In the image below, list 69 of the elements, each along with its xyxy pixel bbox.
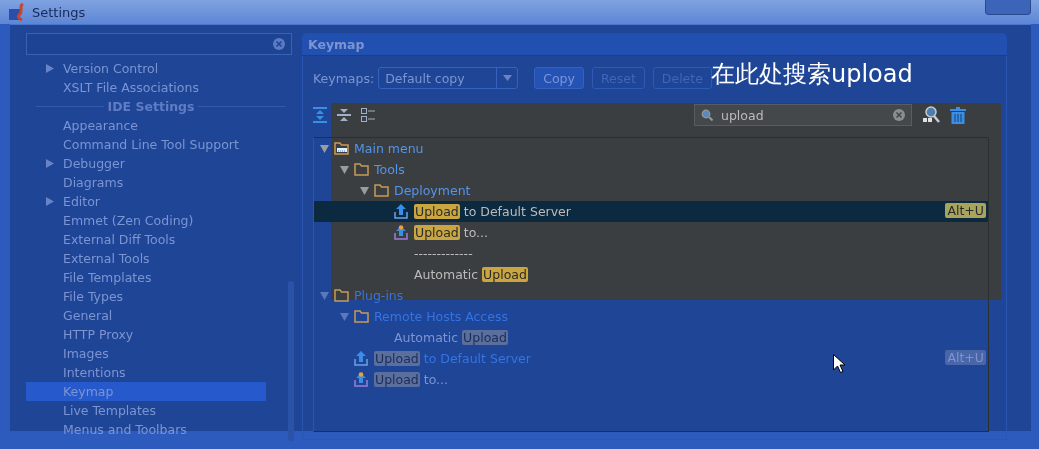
folder-icon — [354, 310, 369, 323]
mouse-cursor-icon — [833, 354, 845, 373]
tree-node[interactable]: Tools — [374, 162, 405, 177]
caret-icon — [502, 75, 512, 81]
upload-icon — [354, 372, 368, 387]
action-item[interactable]: Automatic Upload — [414, 267, 528, 282]
sidebar-item[interactable]: Emmet (Zen Coding) — [63, 213, 194, 228]
folder-icon — [334, 289, 349, 302]
expand-arrow-icon[interactable] — [46, 197, 54, 206]
trash-icon[interactable] — [950, 106, 966, 124]
search-field[interactable] — [26, 33, 292, 55]
expand-arrow-icon[interactable] — [319, 144, 329, 153]
upload-icon — [354, 351, 368, 366]
action-item[interactable]: Upload to Default Server — [414, 204, 571, 219]
sidebar-item[interactable]: Command Line Tool Support — [63, 137, 239, 152]
shortcut-badge: Alt+U — [945, 203, 986, 218]
sidebar-item[interactable]: File Types — [63, 289, 124, 304]
collapse-all-icon[interactable] — [337, 107, 351, 123]
panel-title: Keymap — [308, 36, 365, 52]
section-header: IDE Settings — [103, 99, 199, 114]
action-item[interactable]: Automatic Upload — [394, 330, 508, 345]
sidebar-item[interactable]: Live Templates — [63, 403, 157, 418]
sidebar-item[interactable]: External Tools — [63, 251, 150, 266]
search-input[interactable]: upload — [719, 106, 887, 124]
sidebar-item[interactable]: Keymap — [63, 384, 114, 399]
sidebar-item[interactable]: External Diff Tools — [63, 232, 176, 247]
action-button[interactable]: Copy — [534, 67, 584, 89]
action-item[interactable]: Upload to Default Server — [374, 351, 531, 366]
menu-folder-icon — [334, 142, 349, 155]
clear-icon[interactable] — [893, 109, 905, 121]
sidebar-item[interactable]: Editor — [63, 194, 100, 209]
scrollbar[interactable] — [288, 281, 294, 441]
sidebar-item[interactable]: Menus and Toolbars — [63, 422, 187, 437]
upload-icon — [394, 225, 408, 240]
keymap-dropdown[interactable]: Default copy — [378, 67, 519, 89]
separator-item: ------------- — [414, 246, 473, 261]
sidebar-item[interactable]: File Templates — [63, 270, 152, 285]
tree-node[interactable]: Main menu — [354, 141, 424, 156]
sidebar-item[interactable]: XSLT File Associations — [63, 80, 199, 95]
annotation-text: 在此处搜索upload — [711, 59, 913, 90]
folder-icon — [354, 163, 369, 176]
sidebar-item[interactable]: Debugger — [63, 156, 125, 171]
checklist-icon[interactable] — [361, 107, 375, 123]
expand-arrow-icon[interactable] — [46, 64, 54, 73]
sidebar-item[interactable]: Version Control — [63, 61, 159, 76]
search-icon — [701, 109, 713, 121]
field-label: Keymaps: — [313, 70, 375, 86]
expand-arrow-icon[interactable] — [359, 186, 369, 195]
sidebar-item[interactable]: HTTP Proxy — [63, 327, 134, 342]
expand-arrow-icon[interactable] — [319, 291, 329, 300]
find-shortcut-icon[interactable] — [922, 106, 940, 124]
sidebar-item[interactable]: Images — [63, 346, 109, 361]
app-logo-icon — [8, 3, 26, 21]
expand-all-icon[interactable] — [313, 107, 327, 123]
folder-icon — [374, 184, 389, 197]
window-title: Settings — [32, 4, 86, 20]
expand-arrow-icon[interactable] — [339, 165, 349, 174]
search-field[interactable]: upload — [694, 104, 912, 126]
expand-arrow-icon[interactable] — [46, 159, 54, 168]
tree-node[interactable]: Deployment — [394, 183, 471, 198]
sidebar-item[interactable]: General — [63, 308, 113, 323]
expand-arrow-icon[interactable] — [339, 312, 349, 321]
clear-icon[interactable] — [273, 38, 285, 50]
sidebar-item[interactable]: Appearance — [63, 118, 139, 133]
sidebar-item[interactable]: Intentions — [63, 365, 126, 380]
sidebar-item[interactable]: Diagrams — [63, 175, 124, 190]
tree-node[interactable]: Plug-ins — [354, 288, 404, 303]
tree-node[interactable]: Remote Hosts Access — [374, 309, 508, 324]
upload-icon — [394, 204, 408, 219]
